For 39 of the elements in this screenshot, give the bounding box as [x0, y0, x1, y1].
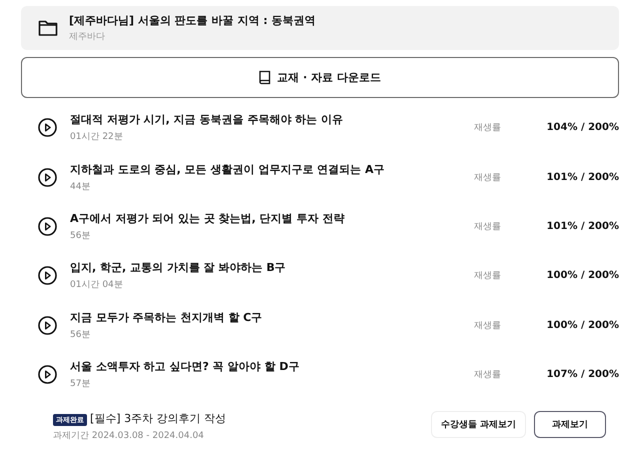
lesson-duration: 01시간 04분: [70, 279, 124, 292]
lesson-title[interactable]: 서울 소액투자 하고 싶다면? 꼭 알아야 할 D구: [70, 359, 474, 374]
play-icon[interactable]: [38, 266, 57, 286]
playback-rate-label: 재생률: [474, 270, 502, 282]
playback-rate: 104% / 200%: [546, 122, 619, 134]
course-title: [제주바다님] 서울의 판도를 바꿀 지역 : 동북권역: [69, 13, 316, 28]
lesson-title[interactable]: 지하철과 도로의 중심, 모든 생활권이 업무지구로 연결되는 A구: [70, 162, 474, 177]
assignment-period: 과제기간 2024.03.08 - 2024.04.04: [53, 430, 205, 442]
lesson-title[interactable]: A구에서 저평가 되어 있는 곳 찾는법, 단지별 투자 전략: [70, 210, 474, 226]
play-icon[interactable]: [38, 168, 57, 187]
play-icon[interactable]: [38, 365, 57, 384]
book-icon: [259, 70, 272, 85]
lesson-duration: 56분: [70, 328, 92, 341]
playback-rate: 107% / 200%: [546, 369, 619, 380]
lesson-duration: 44분: [70, 180, 92, 193]
play-icon[interactable]: [38, 118, 57, 138]
playback-rate-label: 재생률: [474, 369, 502, 382]
lesson-title[interactable]: 지금 모두가 주목하는 천지개벽 할 C구: [70, 310, 474, 325]
playback-rate-label: 재생률: [474, 220, 502, 233]
play-icon[interactable]: [38, 316, 57, 335]
lesson-title[interactable]: 입지, 학군, 교통의 가치를 잘 봐야하는 B구: [70, 260, 474, 276]
playback-rate-label: 재생률: [474, 320, 502, 332]
assignment-title: [필수] 3주차 강의후기 작성: [90, 412, 226, 426]
playback-rate: 101% / 200%: [546, 220, 619, 232]
download-button[interactable]: 교재 · 자료 다운로드: [21, 57, 619, 98]
playback-rate-label: 재생률: [474, 172, 502, 184]
play-icon[interactable]: [38, 216, 57, 236]
course-instructor: 제주바다: [69, 31, 106, 43]
lesson-duration: 01시간 22분: [70, 131, 124, 144]
lesson-duration: 57분: [70, 378, 92, 390]
lesson-duration: 56분: [70, 230, 92, 242]
folder-icon: [38, 19, 58, 37]
playback-rate: 101% / 200%: [546, 172, 619, 183]
lesson-title[interactable]: 절대적 저평가 시기, 지금 동북권을 주목해야 하는 이유: [70, 112, 474, 128]
playback-rate: 100% / 200%: [546, 270, 619, 282]
playback-rate-label: 재생률: [474, 122, 502, 134]
playback-rate: 100% / 200%: [546, 320, 619, 331]
assignment-button[interactable]: 과제보기: [534, 411, 606, 438]
assignment-button[interactable]: 수강생들 과제보기: [430, 411, 526, 438]
